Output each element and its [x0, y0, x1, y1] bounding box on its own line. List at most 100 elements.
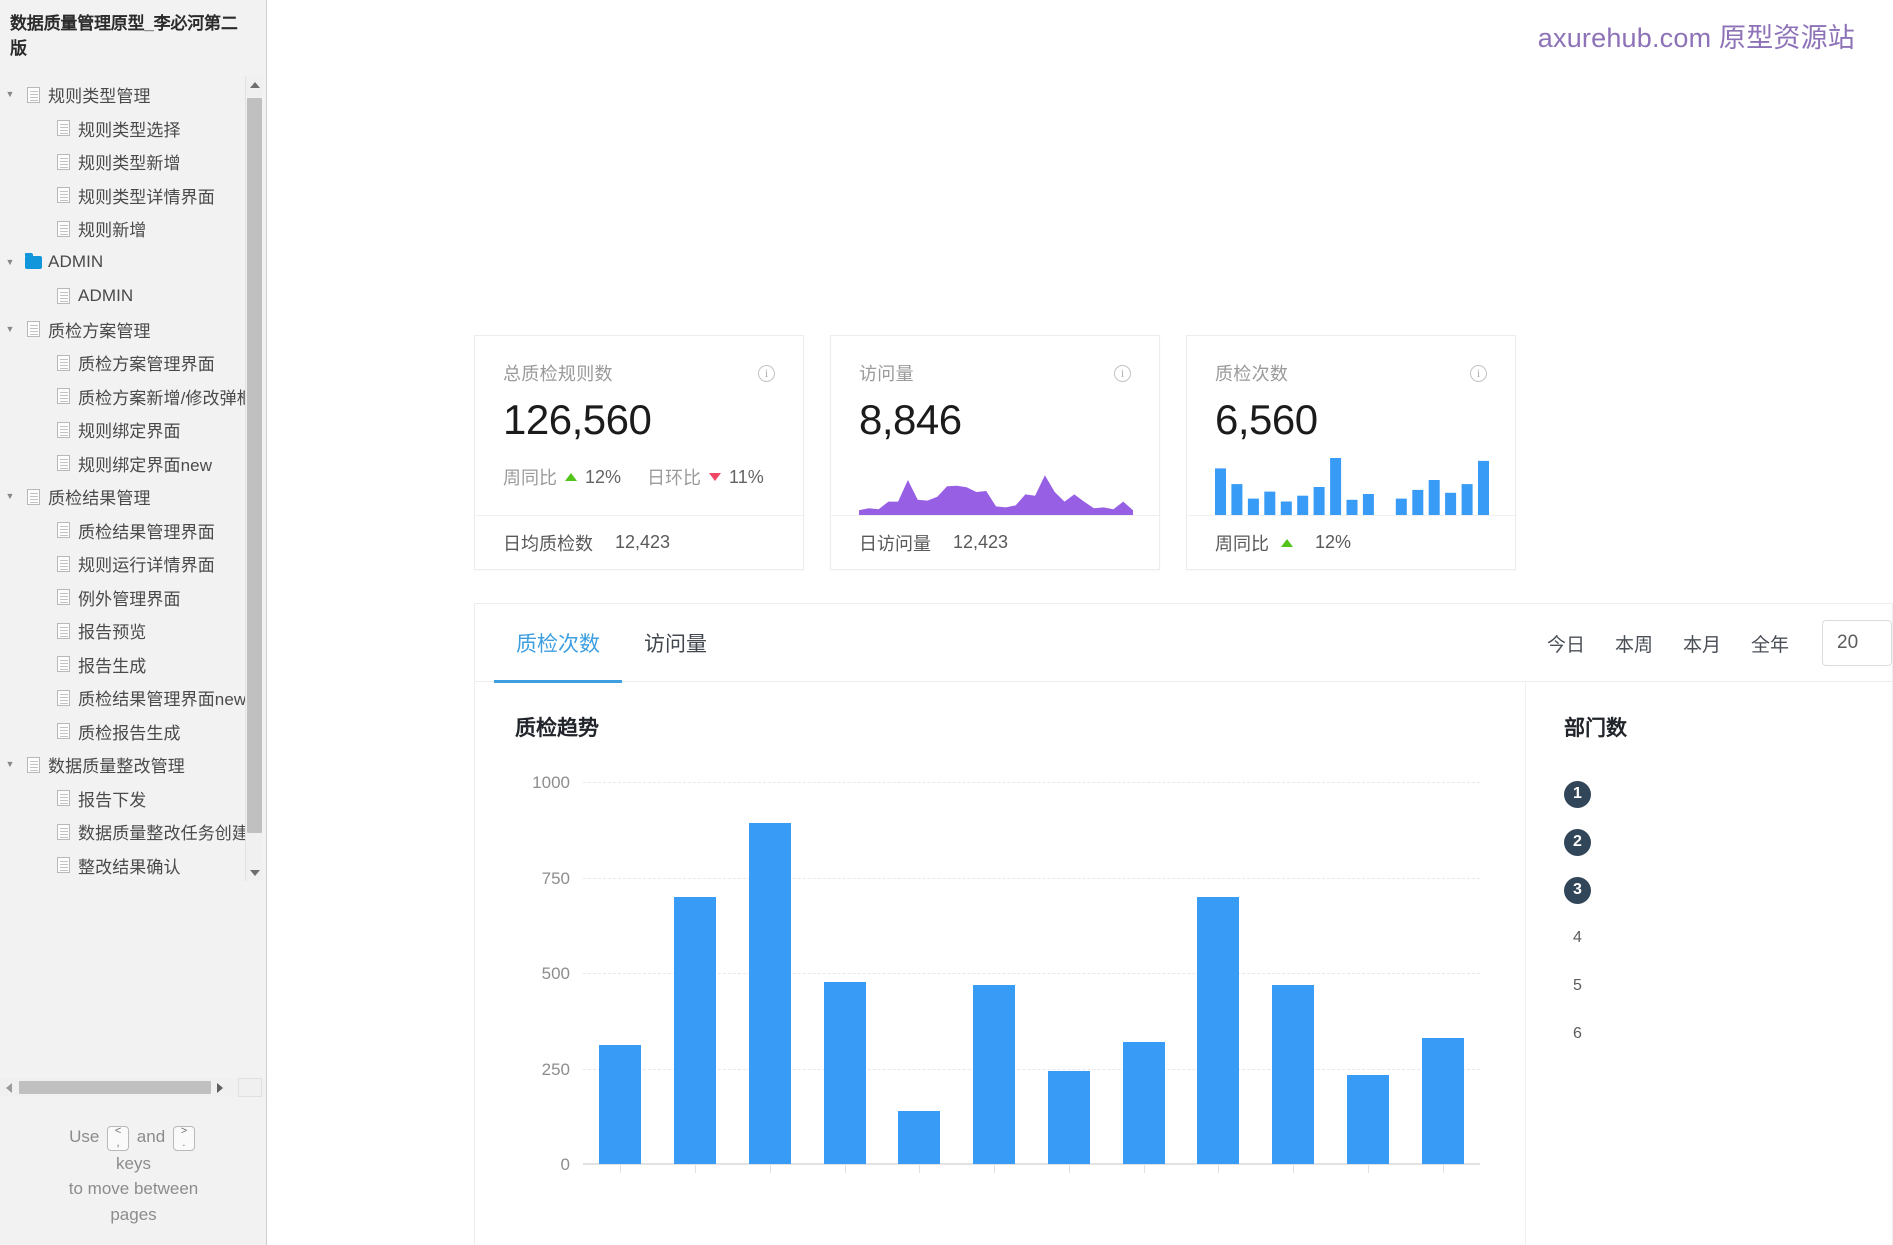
- chart-bar[interactable]: [824, 982, 866, 1164]
- page-icon-glyph: [57, 623, 70, 639]
- x-axis-tick-mark: [1218, 1165, 1219, 1173]
- horizontal-scrollbar-thumb[interactable]: [19, 1081, 211, 1094]
- sitemap-node[interactable]: 规则类型选择: [0, 112, 267, 146]
- sitemap-node[interactable]: 例外管理界面: [0, 581, 267, 615]
- sitemap-node-label: 质检结果管理界面new: [76, 685, 246, 710]
- scroll-right-arrow-icon[interactable]: [211, 1078, 228, 1097]
- time-range-link[interactable]: 今日: [1532, 630, 1600, 657]
- sitemap-node[interactable]: 规则绑定界面: [0, 413, 267, 447]
- chart-bar[interactable]: [1048, 1071, 1090, 1164]
- page-icon-glyph: [57, 455, 70, 471]
- sitemap-node[interactable]: 质检结果管理界面new: [0, 681, 267, 715]
- sitemap-node[interactable]: 规则运行详情界面: [0, 547, 267, 581]
- sidebar-horizontal-scrollbar[interactable]: [0, 1078, 267, 1097]
- page-icon: [50, 623, 76, 639]
- filter-controls: 今日本周本月全年 20: [1532, 604, 1892, 682]
- sitemap-node[interactable]: 规则绑定界面new: [0, 447, 267, 481]
- scroll-left-arrow-icon[interactable]: [0, 1078, 17, 1097]
- expand-collapse-triangle-icon[interactable]: ▼: [0, 492, 20, 501]
- footer-trend-up-arrow-icon: [1281, 539, 1293, 547]
- sitemap-node[interactable]: 规则新增: [0, 212, 267, 246]
- sitemap-node[interactable]: ▼质检方案管理: [0, 313, 267, 347]
- sitemap-node[interactable]: 报告下发: [0, 782, 267, 816]
- sitemap-node[interactable]: ▼数据质量整改管理: [0, 748, 267, 782]
- rank-list-item[interactable]: 4: [1564, 914, 1892, 962]
- tab-bar: 质检次数访问量 今日本周本月全年 20: [475, 604, 1892, 682]
- bar-slot: [733, 823, 808, 1164]
- kpi-footer: 周同比12%: [1187, 515, 1515, 569]
- next-key-bottom: .: [182, 1138, 185, 1150]
- sidebar-vertical-scrollbar[interactable]: [245, 76, 262, 881]
- sitemap-sidebar: 数据质量管理原型_李必河第二版 ▼规则类型管理规则类型选择规则类型新增规则类型详…: [0, 0, 267, 1245]
- bar-slot: [882, 1111, 957, 1164]
- sitemap-node[interactable]: 质检结果管理界面: [0, 514, 267, 548]
- page-icon-glyph: [57, 221, 70, 237]
- scroll-up-arrow-icon[interactable]: [246, 76, 263, 93]
- chart-title: 质检趋势: [515, 712, 1525, 742]
- sitemap-node-label: 规则新增: [76, 216, 146, 241]
- tab-item[interactable]: 质检次数: [494, 604, 622, 682]
- sitemap-node[interactable]: ▼ADMIN: [0, 246, 267, 280]
- sitemap-node-label: 规则绑定界面: [76, 417, 181, 442]
- sitemap-node[interactable]: 报告预览: [0, 614, 267, 648]
- expand-collapse-triangle-icon[interactable]: ▼: [0, 760, 20, 769]
- expand-collapse-triangle-icon[interactable]: ▼: [0, 90, 20, 99]
- rank-list-item[interactable]: 1: [1564, 770, 1892, 818]
- sitemap-node[interactable]: 数据质量整改任务创建: [0, 815, 267, 849]
- app-root: 数据质量管理原型_李必河第二版 ▼规则类型管理规则类型选择规则类型新增规则类型详…: [0, 0, 1893, 1245]
- chart-bar[interactable]: [1347, 1075, 1389, 1164]
- chart-bar[interactable]: [674, 897, 716, 1164]
- sitemap-tree-scroll-area[interactable]: ▼规则类型管理规则类型选择规则类型新增规则类型详情界面规则新增 ▼ADMINADM…: [0, 76, 267, 881]
- expand-collapse-triangle-icon[interactable]: ▼: [0, 258, 20, 267]
- sitemap-node-label: 规则运行详情界面: [76, 551, 215, 576]
- sitemap-node-label: 规则绑定界面new: [76, 451, 212, 476]
- info-icon[interactable]: i: [1114, 365, 1131, 382]
- sitemap-node[interactable]: 质检方案管理界面: [0, 346, 267, 380]
- rank-badge: 1: [1564, 781, 1591, 808]
- chart-bar[interactable]: [1197, 897, 1239, 1164]
- chart-bar[interactable]: [973, 985, 1015, 1164]
- watermark-text: axurehub.com 原型资源站: [1538, 16, 1855, 55]
- sitemap-node[interactable]: 报告生成: [0, 648, 267, 682]
- sitemap-node[interactable]: 规则类型详情界面: [0, 179, 267, 213]
- prev-page-key-icon: < ,: [107, 1126, 129, 1151]
- time-range-link[interactable]: 本周: [1600, 630, 1668, 657]
- time-range-link[interactable]: 全年: [1736, 630, 1804, 657]
- rank-list-item[interactable]: 3: [1564, 866, 1892, 914]
- info-icon[interactable]: i: [758, 365, 775, 382]
- chart-bar[interactable]: [898, 1111, 940, 1164]
- time-range-link[interactable]: 本月: [1668, 630, 1736, 657]
- tab-item[interactable]: 访问量: [622, 604, 729, 682]
- chart-bar[interactable]: [749, 823, 791, 1164]
- sitemap-node[interactable]: 整改结果确认: [0, 849, 267, 882]
- page-icon: [50, 154, 76, 170]
- chart-bar[interactable]: [1272, 985, 1314, 1164]
- sitemap-node[interactable]: ADMIN: [0, 279, 267, 313]
- y-axis-tick-label: 500: [542, 964, 570, 984]
- rank-list-item[interactable]: 2: [1564, 818, 1892, 866]
- hint-line-3: to move between: [0, 1176, 267, 1202]
- page-icon-glyph: [57, 154, 70, 170]
- kpi-value: 8,846: [859, 396, 1131, 444]
- rank-list-item[interactable]: 5: [1564, 962, 1892, 1010]
- bar-slot: [1256, 985, 1331, 1164]
- sitemap-node[interactable]: ▼规则类型管理: [0, 78, 267, 112]
- sitemap-node[interactable]: ▼质检结果管理: [0, 480, 267, 514]
- bar-slot: [1032, 1071, 1107, 1164]
- vertical-scrollbar-thumb[interactable]: [247, 98, 262, 833]
- sitemap-node[interactable]: 质检方案新增/修改弹框: [0, 380, 267, 414]
- page-icon-glyph: [57, 120, 70, 136]
- kpi-value: 6,560: [1215, 396, 1487, 444]
- expand-collapse-triangle-icon[interactable]: ▼: [0, 325, 20, 334]
- sitemap-node[interactable]: 规则类型新增: [0, 145, 267, 179]
- date-range-input[interactable]: 20: [1822, 620, 1892, 666]
- chart-bar[interactable]: [1422, 1038, 1464, 1164]
- scroll-down-arrow-icon[interactable]: [246, 864, 263, 881]
- chart-bar[interactable]: [599, 1045, 641, 1164]
- page-icon: [50, 824, 76, 840]
- sitemap-node[interactable]: 质检报告生成: [0, 715, 267, 749]
- info-icon[interactable]: i: [1470, 365, 1487, 382]
- rank-list-item[interactable]: 6: [1564, 1010, 1892, 1058]
- page-icon: [50, 388, 76, 404]
- chart-bar[interactable]: [1123, 1042, 1165, 1164]
